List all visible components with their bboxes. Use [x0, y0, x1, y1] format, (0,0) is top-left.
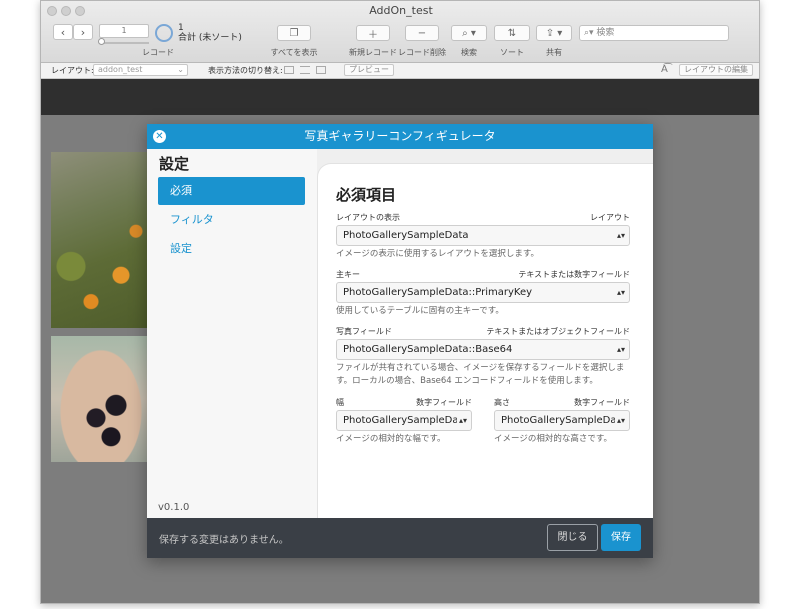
layout-select[interactable]: PhotoGallerySampleData ▴▾: [336, 225, 630, 246]
new-record-label: 新規レコード: [349, 48, 397, 57]
settings-title: 設定: [159, 155, 190, 173]
show-all-icon: ❐: [289, 27, 299, 39]
window-title: AddOn_test: [369, 4, 433, 17]
primary-key-type: テキストまたは数字フィールド: [518, 270, 630, 279]
photo-field-type: テキストまたはオブジェクトフィールド: [486, 327, 630, 336]
format-text-icon[interactable]: A͡: [661, 64, 668, 75]
primary-key-select-value: PhotoGallerySampleData::PrimaryKey: [343, 287, 533, 298]
width-field-help: イメージの相対的な幅です。: [336, 434, 446, 444]
layout-header-band: [41, 79, 759, 115]
chevron-right-icon: ›: [80, 25, 86, 39]
height-field-help: イメージの相対的な高さです。: [494, 434, 612, 444]
photo-field-help-line1: ファイルが共有されている場合、イメージを保存するフィールドを選択しま: [336, 363, 625, 373]
title-bar: AddOn_test ‹ › 1 1 合計 (未ソート) レコード ❐ すべてを…: [41, 1, 759, 63]
preview-button[interactable]: プレビュー: [344, 64, 394, 76]
layout-field-type: レイアウト: [590, 213, 630, 222]
primary-key-select[interactable]: PhotoGallerySampleData::PrimaryKey ▴▾: [336, 282, 630, 303]
layout-label: レイアウト:: [51, 66, 94, 75]
nav-item-required[interactable]: 必須: [158, 177, 305, 205]
layout-select-value: PhotoGallerySampleData: [343, 230, 469, 241]
record-total-label: 合計 (未ソート): [178, 33, 242, 43]
primary-key-help: 使用しているテーブルに固有の主キーです。: [336, 306, 504, 316]
version-label: v0.1.0: [158, 502, 190, 513]
find-button[interactable]: ⌕ ▾: [451, 25, 487, 41]
updown-arrow-icon: ▴▾: [616, 345, 625, 354]
show-all-button[interactable]: ❐: [277, 25, 311, 41]
close-button[interactable]: 閉じる: [547, 524, 598, 551]
gallery-photo-flowers[interactable]: [51, 152, 151, 328]
share-label: 共有: [546, 48, 562, 57]
height-field-select[interactable]: PhotoGallerySampleData:: ▴▾: [494, 410, 630, 431]
find-label: 検索: [461, 48, 477, 57]
updown-arrow-icon: ▴▾: [458, 416, 467, 425]
share-button[interactable]: ⇪ ▾: [536, 25, 572, 41]
dialog-header: 写真ギャラリーコンフィギュレータ ✕: [147, 124, 653, 149]
search-input[interactable]: ⌕▾ 検索: [579, 25, 729, 41]
nav-item-settings[interactable]: 設定: [158, 235, 305, 263]
sort-label: ソート: [500, 48, 524, 57]
photo-field-label: 写真フィールド: [336, 327, 392, 336]
layout-bar: レイアウト: addon_test ⌄ 表示方法の切り替え: プレビュー A͡ レ…: [41, 63, 759, 79]
gallery-configurator-dialog: 写真ギャラリーコンフィギュレータ ✕ 設定 必須 フィルタ 設定 v0.1.0 …: [147, 124, 653, 558]
delete-record-label: レコード削除: [398, 48, 446, 57]
previous-record-button[interactable]: ‹: [53, 24, 73, 40]
record-number-input[interactable]: 1: [99, 24, 149, 38]
width-field-select[interactable]: PhotoGallerySampleData:: ▴▾: [336, 410, 472, 431]
delete-record-button[interactable]: −: [405, 25, 439, 41]
minus-icon: −: [417, 27, 427, 39]
height-field-select-value: PhotoGallerySampleData::: [501, 415, 615, 426]
record-label: レコード: [142, 48, 174, 57]
edit-layout-button[interactable]: レイアウトの編集: [679, 64, 753, 76]
height-field-label: 高さ: [494, 398, 510, 407]
record-slider-knob[interactable]: [98, 38, 105, 45]
list-view-icon[interactable]: [300, 66, 310, 74]
layout-field-label: レイアウトの表示: [336, 213, 400, 222]
table-view-icon[interactable]: [316, 66, 326, 74]
layout-select[interactable]: addon_test ⌄: [93, 64, 188, 76]
dialog-title: 写真ギャラリーコンフィギュレータ: [304, 129, 496, 143]
save-button[interactable]: 保存: [601, 524, 641, 551]
width-field-select-value: PhotoGallerySampleData::: [343, 415, 457, 426]
record-slider-track[interactable]: [99, 42, 149, 44]
updown-arrow-icon: ▴▾: [616, 231, 625, 240]
primary-key-label: 主キー: [336, 270, 360, 279]
next-record-button[interactable]: ›: [73, 24, 93, 40]
gallery-photo-berries[interactable]: [51, 336, 151, 462]
record-count: 1 合計 (未ソート): [178, 23, 242, 43]
photo-field-select[interactable]: PhotoGallerySampleData::Base64 ▴▾: [336, 339, 630, 360]
search-icon: ⌕▾: [584, 28, 597, 38]
chevron-left-icon: ‹: [60, 25, 66, 39]
photo-field-select-value: PhotoGallerySampleData::Base64: [343, 344, 513, 355]
updown-arrow-icon: ▴▾: [616, 416, 625, 425]
share-icon: ⇪ ▾: [545, 27, 563, 39]
section-title: 必須項目: [336, 186, 397, 204]
record-pie-icon: [155, 24, 173, 42]
width-field-label: 幅: [336, 398, 344, 407]
photo-field-help-line2: す。ローカルの場合、Base64 エンコードフィールドを使用します。: [336, 376, 598, 386]
sort-icon: ⇅: [507, 27, 517, 39]
dialog-footer: 保存する変更はありません。 閉じる 保存: [147, 518, 653, 558]
layout-field-help: イメージの表示に使用するレイアウトを選択します。: [336, 249, 539, 259]
search-placeholder: 検索: [596, 28, 615, 38]
nav-item-filter[interactable]: フィルタ: [158, 206, 305, 234]
view-as-label: 表示方法の切り替え:: [208, 66, 283, 75]
updown-arrow-icon: ▴▾: [616, 288, 625, 297]
show-all-label: すべてを表示: [270, 48, 318, 57]
footer-status-message: 保存する変更はありません。: [159, 535, 289, 546]
close-icon[interactable]: ✕: [153, 130, 166, 143]
plus-icon: ＋: [368, 29, 378, 41]
layout-select-value: addon_test: [98, 65, 143, 74]
sort-button[interactable]: ⇅: [494, 25, 530, 41]
record-count-value: 1: [178, 23, 184, 33]
height-field-type: 数字フィールド: [574, 398, 630, 407]
new-record-button[interactable]: ＋: [356, 25, 390, 41]
photo-field-help: ファイルが共有されている場合、イメージを保存するフィールドを選択しま す。ローカ…: [336, 362, 632, 388]
magnifier-icon: ⌕ ▾: [462, 27, 476, 39]
width-field-type: 数字フィールド: [416, 398, 472, 407]
form-view-icon[interactable]: [284, 66, 294, 74]
chevron-down-icon: ⌄: [177, 65, 184, 74]
